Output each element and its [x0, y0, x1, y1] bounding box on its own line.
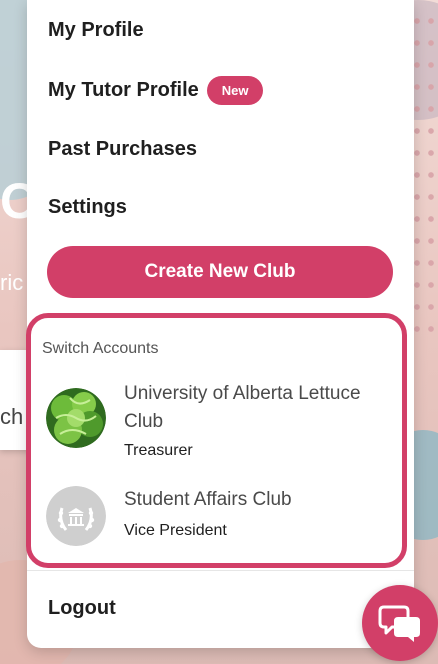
menu-item-my-profile[interactable]: My Profile	[48, 19, 144, 42]
menu-item-label: Settings	[48, 196, 127, 218]
chat-bubbles-icon	[378, 605, 420, 642]
menu-item-settings[interactable]: Settings	[48, 196, 127, 219]
account-item[interactable]: University of Alberta Lettuce Club Treas…	[46, 380, 396, 460]
background-subtitle: ric	[0, 270, 24, 295]
decorative-dots	[410, 10, 438, 340]
menu-item-label: Logout	[48, 597, 116, 619]
menu-item-label: Past Purchases	[48, 138, 197, 160]
switch-accounts-title: Switch Accounts	[42, 340, 159, 357]
new-badge: New	[206, 76, 264, 105]
account-role: Vice President	[124, 522, 227, 539]
account-name: University of Alberta Lettuce Club	[124, 383, 361, 432]
university-crest-icon	[46, 486, 106, 546]
lettuce-photo	[46, 388, 106, 448]
lettuce-avatar	[46, 388, 106, 448]
menu-item-logout[interactable]: Logout	[48, 597, 116, 620]
student-affairs-avatar	[46, 486, 106, 546]
menu-divider	[27, 570, 414, 571]
menu-item-label: My Profile	[48, 19, 144, 41]
account-role: Treasurer	[124, 442, 193, 459]
chat-button[interactable]	[362, 585, 438, 661]
account-item[interactable]: Student Affairs Club Vice President	[46, 486, 396, 550]
switch-accounts-panel: Switch Accounts University of Alberta Le…	[26, 313, 407, 568]
account-dropdown-menu: My Profile My Tutor Profile New Past Pur…	[26, 0, 414, 648]
menu-item-past-purchases[interactable]: Past Purchases	[48, 138, 197, 161]
menu-item-label: My Tutor Profile	[48, 79, 199, 101]
background-search-text: ch	[0, 404, 24, 429]
create-new-club-button[interactable]: Create New Club	[47, 246, 393, 298]
menu-item-my-tutor-profile[interactable]: My Tutor Profile New	[48, 76, 264, 105]
account-name: Student Affairs Club	[124, 489, 292, 510]
